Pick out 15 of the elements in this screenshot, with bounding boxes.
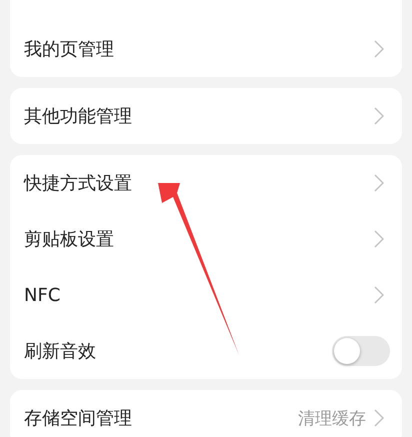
chevron-right-icon[interactable] bbox=[374, 230, 384, 248]
chevron-right-icon[interactable] bbox=[374, 286, 384, 304]
chevron-right-icon[interactable] bbox=[374, 40, 384, 58]
setting-label[interactable]: 存储空间管理 bbox=[24, 406, 298, 430]
chevron-right-icon[interactable] bbox=[374, 174, 384, 192]
chevron-right-icon[interactable] bbox=[374, 409, 384, 427]
setting-label[interactable]: NFC bbox=[24, 284, 374, 306]
setting-label[interactable]: 快捷方式设置 bbox=[24, 171, 374, 195]
toggle-switch[interactable] bbox=[332, 336, 390, 366]
setting-label[interactable]: 我的页管理 bbox=[24, 37, 374, 61]
setting-label[interactable]: 其他功能管理 bbox=[24, 104, 374, 128]
setting-label[interactable]: 刷新音效 bbox=[24, 339, 332, 363]
setting-value: 清理缓存 bbox=[298, 408, 366, 430]
chevron-right-icon[interactable] bbox=[374, 107, 384, 125]
setting-label[interactable]: 剪贴板设置 bbox=[24, 227, 374, 251]
